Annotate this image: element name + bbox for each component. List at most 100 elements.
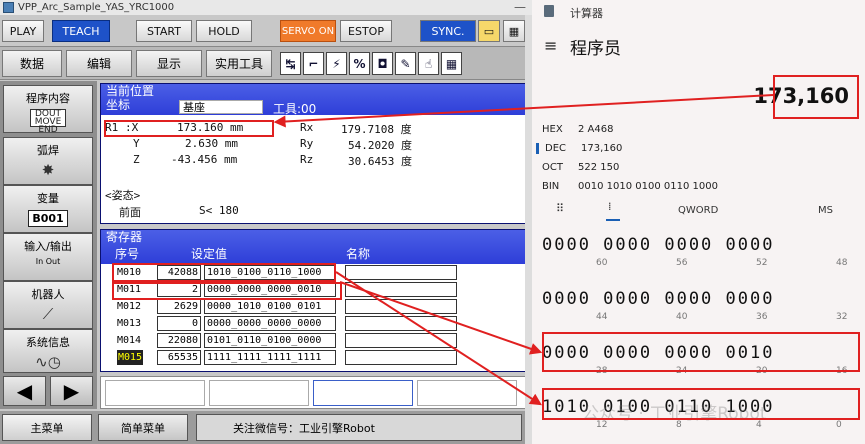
reg-dec[interactable]: 65535 <box>157 350 201 365</box>
radix-value: 0010 1010 0100 0110 1000 <box>578 181 718 192</box>
folder-icon[interactable]: ▭ <box>478 20 500 42</box>
radix-oct[interactable]: OCT 522 150 <box>542 162 619 173</box>
bit-toggle-icon[interactable]: ⁞ <box>608 200 612 213</box>
next-arrow-icon[interactable]: ▶ <box>50 376 93 406</box>
sidebar-item-robot[interactable]: 机器人 ⟋ <box>3 281 93 329</box>
menu-edit[interactable]: 编辑 <box>66 50 132 77</box>
sidebar-item-label: 输入/输出 <box>24 240 72 253</box>
sidebar-item-arc[interactable]: 弧焊 ✸ <box>3 137 93 185</box>
axis-z: Z <box>133 153 140 166</box>
reg-name[interactable] <box>345 282 457 297</box>
scrollbar[interactable] <box>525 15 532 444</box>
value-rz: 30.6453 度 <box>348 155 412 168</box>
radix-bin[interactable]: BIN 0010 1010 0100 0110 1000 <box>542 181 718 192</box>
sidebar-item-program[interactable]: 程序内容 DOUT MOVE END <box>3 85 93 135</box>
input-cell[interactable] <box>105 380 205 406</box>
speed-icon[interactable]: % <box>349 52 370 75</box>
input-cell[interactable] <box>313 380 413 406</box>
sidebar-item-variable[interactable]: 变量 B001 <box>3 185 93 233</box>
minimize-button[interactable]: — <box>514 0 526 15</box>
highlight-calc-display <box>773 75 859 119</box>
reg-dec[interactable]: 22080 <box>157 333 201 348</box>
bit-row-47-32[interactable]: 0000 0000 0000 0000 <box>542 289 862 309</box>
reg-name[interactable] <box>345 299 457 314</box>
axis-rz: Rz <box>300 153 314 166</box>
radix-dec[interactable]: DEC 173,160 <box>536 143 622 154</box>
reg-id-selected[interactable]: M015 <box>117 350 144 365</box>
tool-label: 工具:00 <box>273 102 317 116</box>
input-cell[interactable] <box>209 380 309 406</box>
radix-hex[interactable]: HEX 2 A468 <box>542 124 613 135</box>
reg-dec[interactable]: 0 <box>157 316 201 331</box>
highlight-x-value <box>104 120 274 137</box>
position-panel: 当前位置 坐标 基座 工具:00 R1 :X 173.160 mm Rx 179… <box>100 83 528 224</box>
coord-value[interactable]: 基座 <box>179 100 263 114</box>
reg-name[interactable] <box>345 265 457 280</box>
calculator-icon <box>544 5 554 17</box>
bit-row-63-48[interactable]: 0000 0000 0000 0000 <box>542 235 862 255</box>
bit-label: 52 <box>756 258 768 268</box>
value-z: -43.456 mm <box>171 153 238 166</box>
radix-label: OCT <box>542 162 563 173</box>
register-panel: 寄存器 序号 设定值 名称 M010 42088 1010_0100_0110_… <box>100 229 528 372</box>
bit-label: 48 <box>836 258 848 268</box>
reg-bin[interactable]: 0000_1010_0100_0101 <box>204 299 336 314</box>
camera-icon[interactable]: ◘ <box>372 52 393 75</box>
simple-menu-button[interactable]: 简单菜单 <box>98 414 188 441</box>
robot-icon[interactable]: ▦ <box>503 20 525 42</box>
sidebar-item-label: 系统信息 <box>26 336 70 349</box>
highlight-m011-row <box>112 282 342 300</box>
status-message: 关注微信号：工业引擎Robot <box>196 414 522 441</box>
reg-bin[interactable]: 0101_0110_0100_0000 <box>204 333 336 348</box>
calculator-title: 计算器 <box>570 7 603 20</box>
col-no: 序号 <box>115 247 140 261</box>
teach-button[interactable]: TEACH <box>52 20 110 42</box>
main-menu-button[interactable]: 主菜单 <box>2 414 92 441</box>
radix-value: 2 A468 <box>578 124 614 135</box>
reg-bin[interactable]: 0000_0000_0000_0000 <box>204 316 336 331</box>
window-title: VPP_Arc_Sample_YAS_YRC1000 <box>18 2 175 13</box>
sidebar-item-label: 程序内容 <box>26 92 70 105</box>
word-size-button[interactable]: QWORD <box>678 205 718 216</box>
hand-icon[interactable]: ☝ <box>418 52 439 75</box>
servo-on-button[interactable]: SERVO ON <box>280 20 336 42</box>
edit-icon[interactable]: ✎ <box>395 52 416 75</box>
hamburger-icon[interactable]: ≡ <box>544 36 557 55</box>
bit-label: 0 <box>836 420 842 430</box>
window-titlebar: VPP_Arc_Sample_YAS_YRC1000 — <box>0 0 532 15</box>
position-header: 当前位置 坐标 基座 工具:00 <box>101 84 527 116</box>
hold-button[interactable]: HOLD <box>196 20 252 42</box>
menu-display[interactable]: 显示 <box>136 50 202 77</box>
reg-id: M012 <box>117 301 142 312</box>
menu-bar: 数据 编辑 显示 实用工具 ↹ ⌐ ⚡ % ◘ ✎ ☝ ▦ <box>0 46 532 80</box>
sidebar: 程序内容 DOUT MOVE END 弧焊 ✸ 变量 B001 输入/输出 In… <box>0 81 97 409</box>
memory-store-button[interactable]: MS <box>818 205 833 216</box>
sidebar-item-sysinfo[interactable]: 系统信息 ∿◷ <box>3 329 93 373</box>
menu-utility[interactable]: 实用工具 <box>206 50 272 77</box>
highlight-bit-row-15 <box>542 388 860 420</box>
reg-dec[interactable]: 2629 <box>157 299 201 314</box>
grid-icon[interactable]: ▦ <box>441 52 462 75</box>
reg-bin[interactable]: 1111_1111_1111_1111 <box>204 350 336 365</box>
reg-name[interactable] <box>345 316 457 331</box>
coord-frame-icon[interactable]: ↹ <box>280 52 301 75</box>
start-button[interactable]: START <box>136 20 192 42</box>
radix-label: DEC <box>545 143 567 154</box>
radix-value: 173,160 <box>581 143 623 154</box>
prev-arrow-icon[interactable]: ◀ <box>3 376 46 406</box>
tool-frame-icon[interactable]: ⌐ <box>303 52 324 75</box>
bottom-bar: 主菜单 简单菜单 关注微信号：工业引擎Robot <box>0 411 532 444</box>
input-cell[interactable] <box>417 380 517 406</box>
bit-label: 32 <box>836 312 848 322</box>
reg-name[interactable] <box>345 350 457 365</box>
keypad-icon[interactable]: ⠿ <box>556 202 564 215</box>
play-button[interactable]: PLAY <box>2 20 44 42</box>
sidebar-item-io[interactable]: 输入/输出 In Out <box>3 233 93 281</box>
reg-name[interactable] <box>345 333 457 348</box>
menu-data[interactable]: 数据 <box>2 50 62 77</box>
value-y: 2.630 mm <box>185 137 238 150</box>
value-ry: 54.2020 度 <box>348 139 412 152</box>
sync-button[interactable]: SYNC. <box>420 20 476 42</box>
estop-button[interactable]: ESTOP <box>340 20 392 42</box>
arc-icon[interactable]: ⚡ <box>326 52 347 75</box>
